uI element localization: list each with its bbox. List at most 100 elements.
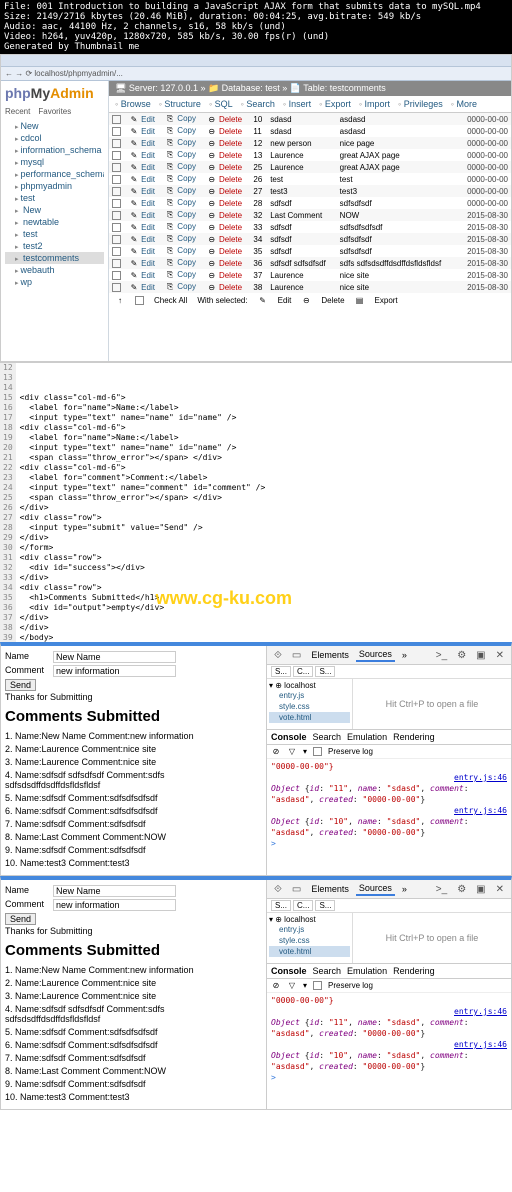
comment-input[interactable] [53, 899, 176, 911]
clear-icon[interactable]: ⊘ [271, 981, 281, 990]
db-tree-item[interactable]: mysql [5, 156, 104, 168]
row-delete[interactable]: Delete [219, 271, 242, 280]
row-copy[interactable]: Copy [177, 114, 196, 123]
row-delete[interactable]: Delete [219, 115, 242, 124]
row-checkbox[interactable] [112, 211, 121, 220]
pma-tab-recent[interactable]: Recent [5, 107, 30, 116]
console-source-link[interactable]: entry.js:46 [271, 1006, 507, 1017]
console-toggle-icon[interactable]: >_ [433, 649, 450, 662]
db-tree-item[interactable]: newtable [5, 216, 104, 228]
code-line[interactable]: <div class="row"> [20, 553, 508, 563]
db-tree-item[interactable]: New [5, 120, 104, 132]
code-line[interactable]: <div id="success"></div> [20, 563, 508, 573]
toolbar-sql[interactable]: SQL [209, 99, 233, 109]
db-tree-item[interactable]: performance_schema [5, 168, 104, 180]
row-edit[interactable]: Edit [141, 115, 155, 124]
checkall-checkbox[interactable] [135, 296, 144, 305]
console-tab[interactable]: Search [313, 966, 342, 976]
frame-select[interactable]: ▾ [303, 981, 307, 990]
dock-icon[interactable]: ▣ [473, 649, 488, 662]
dt-tab-elements[interactable]: Elements [308, 649, 352, 661]
close-icon[interactable]: ✕ [493, 649, 507, 662]
gear-icon[interactable]: ⚙ [454, 649, 469, 662]
preserve-log-checkbox[interactable] [313, 747, 322, 756]
row-checkbox[interactable] [112, 271, 121, 280]
db-tree-item[interactable]: information_schema [5, 144, 104, 156]
row-edit[interactable]: Edit [141, 175, 155, 184]
code-editor[interactable]: 1213141516171819202122232425262728293031… [0, 362, 512, 642]
row-copy[interactable]: Copy [177, 246, 196, 255]
db-tree-item[interactable]: cdcol [5, 132, 104, 144]
toolbar-import[interactable]: Import [359, 99, 390, 109]
console-source-link[interactable]: entry.js:46 [271, 772, 507, 783]
file-item[interactable]: style.css [269, 701, 350, 712]
row-delete[interactable]: Delete [219, 283, 242, 292]
row-checkbox[interactable] [112, 223, 121, 232]
console-tab[interactable]: Search [313, 732, 342, 742]
row-copy[interactable]: Copy [177, 282, 196, 291]
file-tree-root[interactable]: ▾ ⊕ localhost [269, 915, 350, 924]
row-checkbox[interactable] [112, 139, 121, 148]
console-prompt[interactable]: > [271, 1072, 507, 1083]
send-button[interactable]: Send [5, 913, 36, 925]
console-source-link[interactable]: entry.js:46 [271, 1039, 507, 1050]
row-checkbox[interactable] [112, 259, 121, 268]
device-icon[interactable]: ▭ [289, 649, 304, 662]
row-delete[interactable]: Delete [219, 223, 242, 232]
row-edit[interactable]: Edit [141, 271, 155, 280]
clear-icon[interactable]: ⊘ [271, 747, 281, 756]
close-icon[interactable]: ✕ [493, 883, 507, 896]
code-line[interactable]: <label for="name">Name:</label> [20, 403, 508, 413]
row-edit[interactable]: Edit [141, 151, 155, 160]
code-line[interactable]: <label for="name">Name:</label> [20, 433, 508, 443]
db-tree-item-selected[interactable]: testcomments [5, 252, 104, 264]
footer-delete[interactable]: Delete [321, 296, 344, 305]
row-edit[interactable]: Edit [141, 235, 155, 244]
dt-tab-more[interactable]: » [399, 883, 410, 895]
db-tree-item[interactable]: test2 [5, 240, 104, 252]
db-tree-item[interactable]: wp [5, 276, 104, 288]
row-checkbox[interactable] [112, 175, 121, 184]
row-delete[interactable]: Delete [219, 259, 242, 268]
browser-tabs[interactable] [1, 55, 511, 67]
toolbar-browse[interactable]: Browse [115, 99, 151, 109]
console-tab[interactable]: Console [271, 966, 307, 976]
browser-address-bar[interactable]: ← → ⟳ localhost/phpmyadmin/... [1, 67, 511, 81]
db-tree-item[interactable]: test [5, 228, 104, 240]
row-delete[interactable]: Delete [219, 151, 242, 160]
row-checkbox[interactable] [112, 187, 121, 196]
row-checkbox[interactable] [112, 115, 121, 124]
dock-icon[interactable]: ▣ [473, 883, 488, 896]
row-delete[interactable]: Delete [219, 139, 242, 148]
row-delete[interactable]: Delete [219, 163, 242, 172]
code-line[interactable]: </div> [20, 623, 508, 633]
row-delete[interactable]: Delete [219, 199, 242, 208]
console-tab[interactable]: Emulation [347, 732, 387, 742]
row-copy[interactable]: Copy [177, 210, 196, 219]
inspect-icon[interactable]: ⟐ [271, 649, 285, 662]
row-copy[interactable]: Copy [177, 270, 196, 279]
dt-subtab[interactable]: S... [271, 666, 291, 677]
row-edit[interactable]: Edit [141, 187, 155, 196]
code-line[interactable]: </div> [20, 503, 508, 513]
name-input[interactable] [53, 651, 176, 663]
file-item-selected[interactable]: vote.html [269, 946, 350, 957]
row-edit[interactable]: Edit [141, 247, 155, 256]
code-line[interactable]: <label for="comment">Comment:</label> [20, 473, 508, 483]
toolbar-privileges[interactable]: Privileges [398, 99, 443, 109]
dt-subtab[interactable]: C... [293, 666, 313, 677]
row-delete[interactable]: Delete [219, 211, 242, 220]
code-line[interactable]: <input type="text" name="name" id="name"… [20, 443, 508, 453]
toolbar-search[interactable]: Search [241, 99, 275, 109]
frame-select[interactable]: ▾ [303, 747, 307, 756]
code-line[interactable]: <div class="col-md-6"> [20, 463, 508, 473]
row-checkbox[interactable] [112, 247, 121, 256]
code-line[interactable]: <div class="col-md-6"> [20, 393, 508, 403]
name-input[interactable] [53, 885, 176, 897]
code-line[interactable]: </form> [20, 543, 508, 553]
footer-export[interactable]: Export [375, 296, 398, 305]
row-copy[interactable]: Copy [177, 198, 196, 207]
row-delete[interactable]: Delete [219, 127, 242, 136]
file-tree-root[interactable]: ▾ ⊕ localhost [269, 681, 350, 690]
code-line[interactable]: <input type="submit" value="Send" /> [20, 523, 508, 533]
